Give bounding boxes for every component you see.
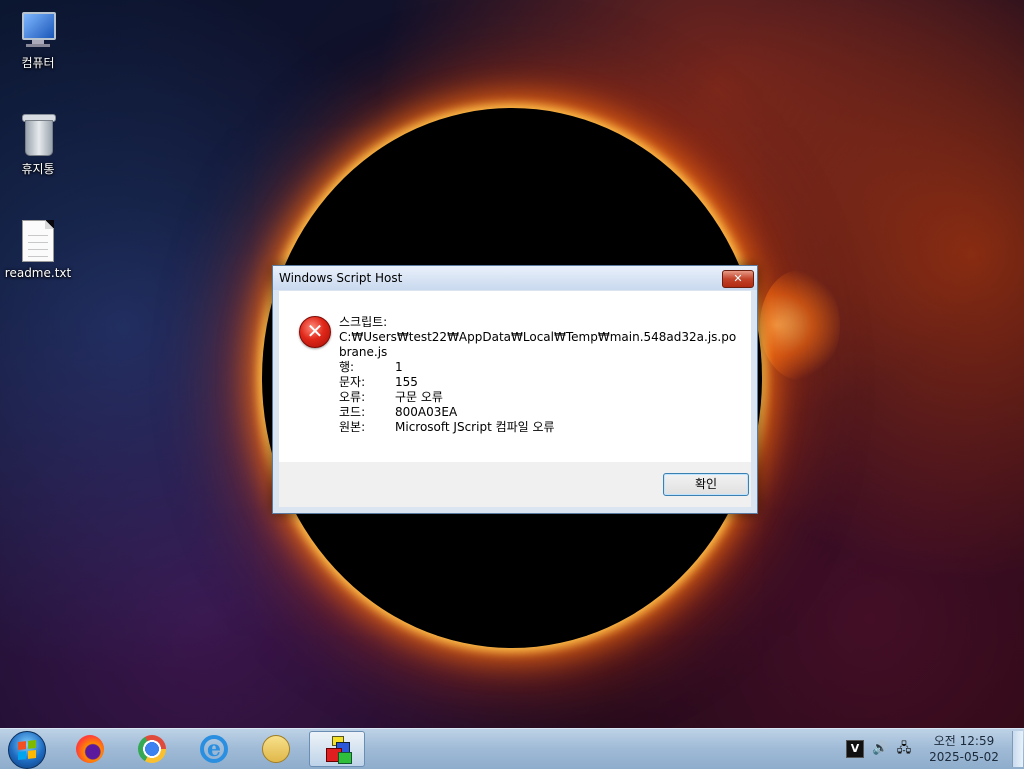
script-host-icon [324,736,352,764]
field-value: 구문 오류 [395,390,443,404]
volume-icon[interactable]: 🔊 [872,741,888,757]
dialog-body: ✕ 스크립트: C:₩Users₩test22₩AppData₩Local₩Te… [279,291,751,462]
clock[interactable]: 오전 12:59 2025-05-02 [922,733,1006,765]
field-value: 1 [395,360,403,374]
field-label: 코드: [339,405,366,419]
taskbar-app-firefox[interactable] [62,731,118,767]
field-value: 155 [395,375,418,389]
chrome-icon [138,735,166,763]
error-message: 스크립트: C:₩Users₩test22₩AppData₩Local₩Temp… [339,315,739,435]
vm-tools-icon[interactable]: V [846,740,864,758]
recycle-bin-icon [21,112,56,156]
desktop-icon-label: 휴지통 [21,162,55,176]
script-path: C:₩Users₩test22₩AppData₩Local₩Temp₩main.… [339,330,737,359]
desktop-icon-computer[interactable]: 컴퓨터 [0,10,76,71]
error-icon: ✕ [299,316,331,348]
field-label: 문자: [339,375,366,389]
field-label: 원본: [339,420,366,434]
desktop-icon-recycle-bin[interactable]: 휴지통 [0,112,76,177]
clock-date: 2025-05-02 [929,750,999,764]
dialog-title: Windows Script Host [279,271,403,285]
windows-logo-icon [18,740,36,760]
taskbar-app-internet-explorer[interactable]: e [186,731,242,767]
ie-icon: e [200,735,228,763]
dialog-footer: 확인 [279,462,751,507]
folder-icon [262,735,290,763]
system-tray: V 🔊 🖧 [846,739,912,759]
network-icon[interactable]: 🖧 [896,741,912,757]
field-row-error: 오류: 구문 오류 [339,390,739,405]
desktop-icon-readme[interactable]: readme.txt [0,220,76,280]
ok-button[interactable]: 확인 [663,473,749,496]
solar-flare [760,270,840,380]
desktop-icon-label: readme.txt [4,266,72,280]
field-row-source: 원본: Microsoft JScript 컴파일 오류 [339,420,739,435]
taskbar-app-script-host[interactable] [309,731,365,767]
field-row-line: 행: 1 [339,360,739,375]
field-value: Microsoft JScript 컴파일 오류 [395,420,555,434]
field-label: 오류: [339,390,366,404]
field-label: 행: [339,360,355,374]
close-button[interactable]: ✕ [722,270,754,288]
field-row-char: 문자: 155 [339,375,739,390]
show-desktop-button[interactable] [1012,731,1023,767]
computer-icon [18,10,58,50]
close-icon: ✕ [733,272,743,285]
desktop-icon-label: 컴퓨터 [21,56,55,70]
field-value: 800A03EA [395,405,458,419]
firefox-icon [76,735,104,763]
start-button[interactable] [8,731,46,769]
dialog-titlebar[interactable]: Windows Script Host ✕ [273,266,757,290]
script-label: 스크립트: [339,315,388,329]
script-error-dialog: Windows Script Host ✕ ✕ 스크립트: C:₩Users₩t… [272,265,758,514]
text-file-icon [22,220,54,262]
clock-time: 오전 12:59 [933,734,995,748]
taskbar-app-file-explorer[interactable] [248,731,304,767]
taskbar: e V 🔊 🖧 오전 12:59 2025-05-02 [0,728,1024,769]
field-row-code: 코드: 800A03EA [339,405,739,420]
taskbar-app-chrome[interactable] [124,731,180,767]
